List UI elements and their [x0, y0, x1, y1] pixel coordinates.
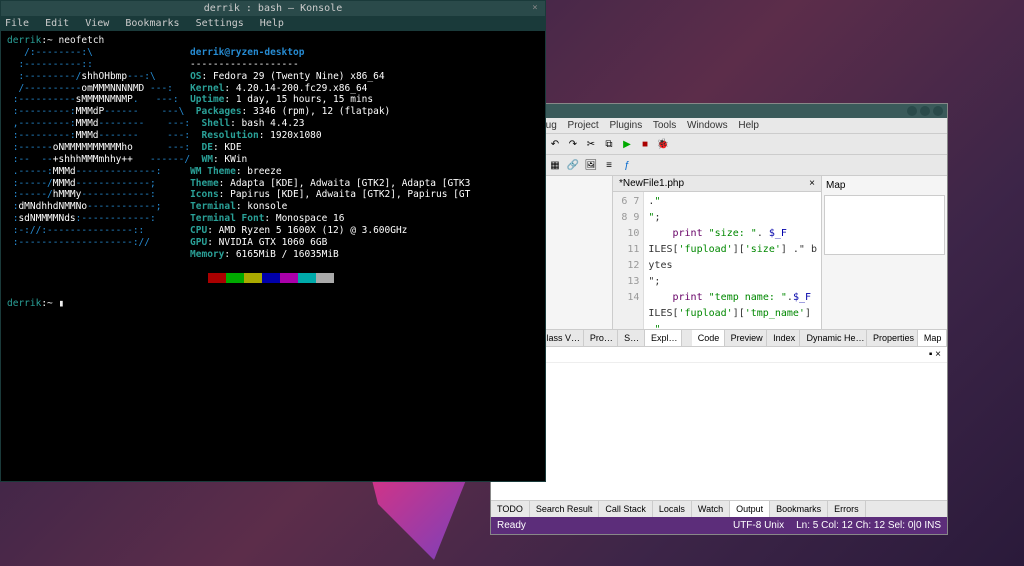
- link-icon[interactable]: 🔗: [565, 157, 581, 173]
- close-icon[interactable]: [933, 106, 943, 116]
- status-encoding: UTF-8 Unix: [733, 520, 784, 531]
- status-position: Ln: 5 Col: 12 Ch: 12 Sel: 0|0 INS: [796, 520, 941, 531]
- tab-code[interactable]: Code: [692, 330, 725, 346]
- ide-titlebar[interactable]: [491, 104, 947, 118]
- output-close-icon[interactable]: ▪ ×: [929, 349, 941, 360]
- menu-file[interactable]: File: [5, 18, 29, 29]
- editor-content[interactable]: 6 7 8 9 10 11 12 13 14 .""; print "size:…: [613, 192, 821, 329]
- menu-windows[interactable]: Windows: [687, 120, 728, 131]
- cut-icon[interactable]: ✂: [583, 136, 599, 152]
- tab-index[interactable]: Index: [767, 330, 800, 346]
- menu-tools[interactable]: Tools: [653, 120, 676, 131]
- map-label: Map: [824, 178, 945, 193]
- tab-dynamic[interactable]: Dynamic He…: [800, 330, 867, 346]
- copy-icon[interactable]: ⧉: [601, 136, 617, 152]
- editor-code[interactable]: .""; print "size: ". $_F ILES['fupload']…: [644, 192, 821, 329]
- maximize-icon[interactable]: [920, 106, 930, 116]
- tab-locals[interactable]: Locals: [653, 501, 692, 517]
- tab-properties[interactable]: Properties: [867, 330, 918, 346]
- terminal-menubar: File Edit View Bookmarks Settings Help: [1, 16, 545, 31]
- table-icon[interactable]: ▦: [547, 157, 563, 173]
- tab-s[interactable]: S…: [618, 330, 645, 346]
- editor-gutter: 6 7 8 9 10 11 12 13 14: [613, 192, 644, 329]
- tab-bookmarks[interactable]: Bookmarks: [770, 501, 828, 517]
- tab-watch[interactable]: Watch: [692, 501, 730, 517]
- editor-tab[interactable]: *NewFile1.php ×: [613, 176, 821, 192]
- tab-preview[interactable]: Preview: [725, 330, 768, 346]
- list-icon[interactable]: ≡: [601, 157, 617, 173]
- ide-toolbar-2: B I U ▦ 🔗 🖼 ≡ ƒ: [491, 155, 947, 176]
- menu-settings[interactable]: Settings: [196, 18, 244, 29]
- terminal-body[interactable]: derrik:~ neofetch /:--------:\ derrik@ry…: [1, 31, 545, 481]
- tab-project[interactable]: Pro…: [584, 330, 618, 346]
- terminal-titlebar[interactable]: derrik : bash — Konsole ×: [1, 1, 545, 16]
- minimap[interactable]: [824, 195, 945, 255]
- tab-close-icon[interactable]: ×: [809, 178, 815, 189]
- ide-menubar: View Debug Project Plugins Tools Windows…: [491, 118, 947, 134]
- tab-map[interactable]: Map: [918, 330, 947, 346]
- menu-help[interactable]: Help: [260, 18, 284, 29]
- terminal-window: derrik : bash — Konsole × File Edit View…: [0, 0, 546, 482]
- minimize-icon[interactable]: [907, 106, 917, 116]
- status-ready: Ready: [497, 520, 526, 531]
- menu-project[interactable]: Project: [568, 120, 599, 131]
- ide-editor: *NewFile1.php × 6 7 8 9 10 11 12 13 14 .…: [613, 176, 821, 329]
- ide-toolbar: 📄 📂 💾 ↶ ↷ ✂ ⧉ ▶ ■ 🐞: [491, 134, 947, 155]
- menu-edit[interactable]: Edit: [45, 18, 69, 29]
- function-icon[interactable]: ƒ: [619, 157, 635, 173]
- tab-label: *NewFile1.php: [619, 178, 684, 189]
- undo-icon[interactable]: ↶: [547, 136, 563, 152]
- ide-main: Servers *NewFile1.php × 6 7 8 9 10 11 12…: [491, 176, 947, 329]
- tab-output[interactable]: Output: [730, 501, 770, 517]
- menu-bookmarks[interactable]: Bookmarks: [125, 18, 179, 29]
- menu-help[interactable]: Help: [738, 120, 759, 131]
- tab-search[interactable]: Search Result: [530, 501, 600, 517]
- tab-errors[interactable]: Errors: [828, 501, 866, 517]
- menu-plugins[interactable]: Plugins: [609, 120, 642, 131]
- redo-icon[interactable]: ↷: [565, 136, 581, 152]
- run-icon[interactable]: ▶: [619, 136, 635, 152]
- tab-todo[interactable]: TODO: [491, 501, 530, 517]
- menu-view[interactable]: View: [85, 18, 109, 29]
- stop-icon[interactable]: ■: [637, 136, 653, 152]
- ide-bottom-tabs: TODO Search Result Call Stack Locals Wat…: [491, 500, 947, 517]
- tab-callstack[interactable]: Call Stack: [599, 501, 653, 517]
- output-panel: Output ▪ ×: [491, 346, 947, 500]
- tab-explorer[interactable]: Expl…: [645, 330, 682, 346]
- ide-right-panel: Map: [821, 176, 947, 329]
- ide-panel-tabs: Struct… Class V… Pro… S… Expl… Code Prev…: [491, 329, 947, 346]
- terminal-title: derrik : bash — Konsole: [204, 3, 342, 14]
- ide-statusbar: Ready UTF-8 Unix Ln: 5 Col: 12 Ch: 12 Se…: [491, 517, 947, 534]
- debug-icon[interactable]: 🐞: [655, 136, 671, 152]
- close-icon[interactable]: ×: [529, 3, 541, 15]
- ide-window: View Debug Project Plugins Tools Windows…: [490, 103, 948, 535]
- image-icon[interactable]: 🖼: [583, 157, 599, 173]
